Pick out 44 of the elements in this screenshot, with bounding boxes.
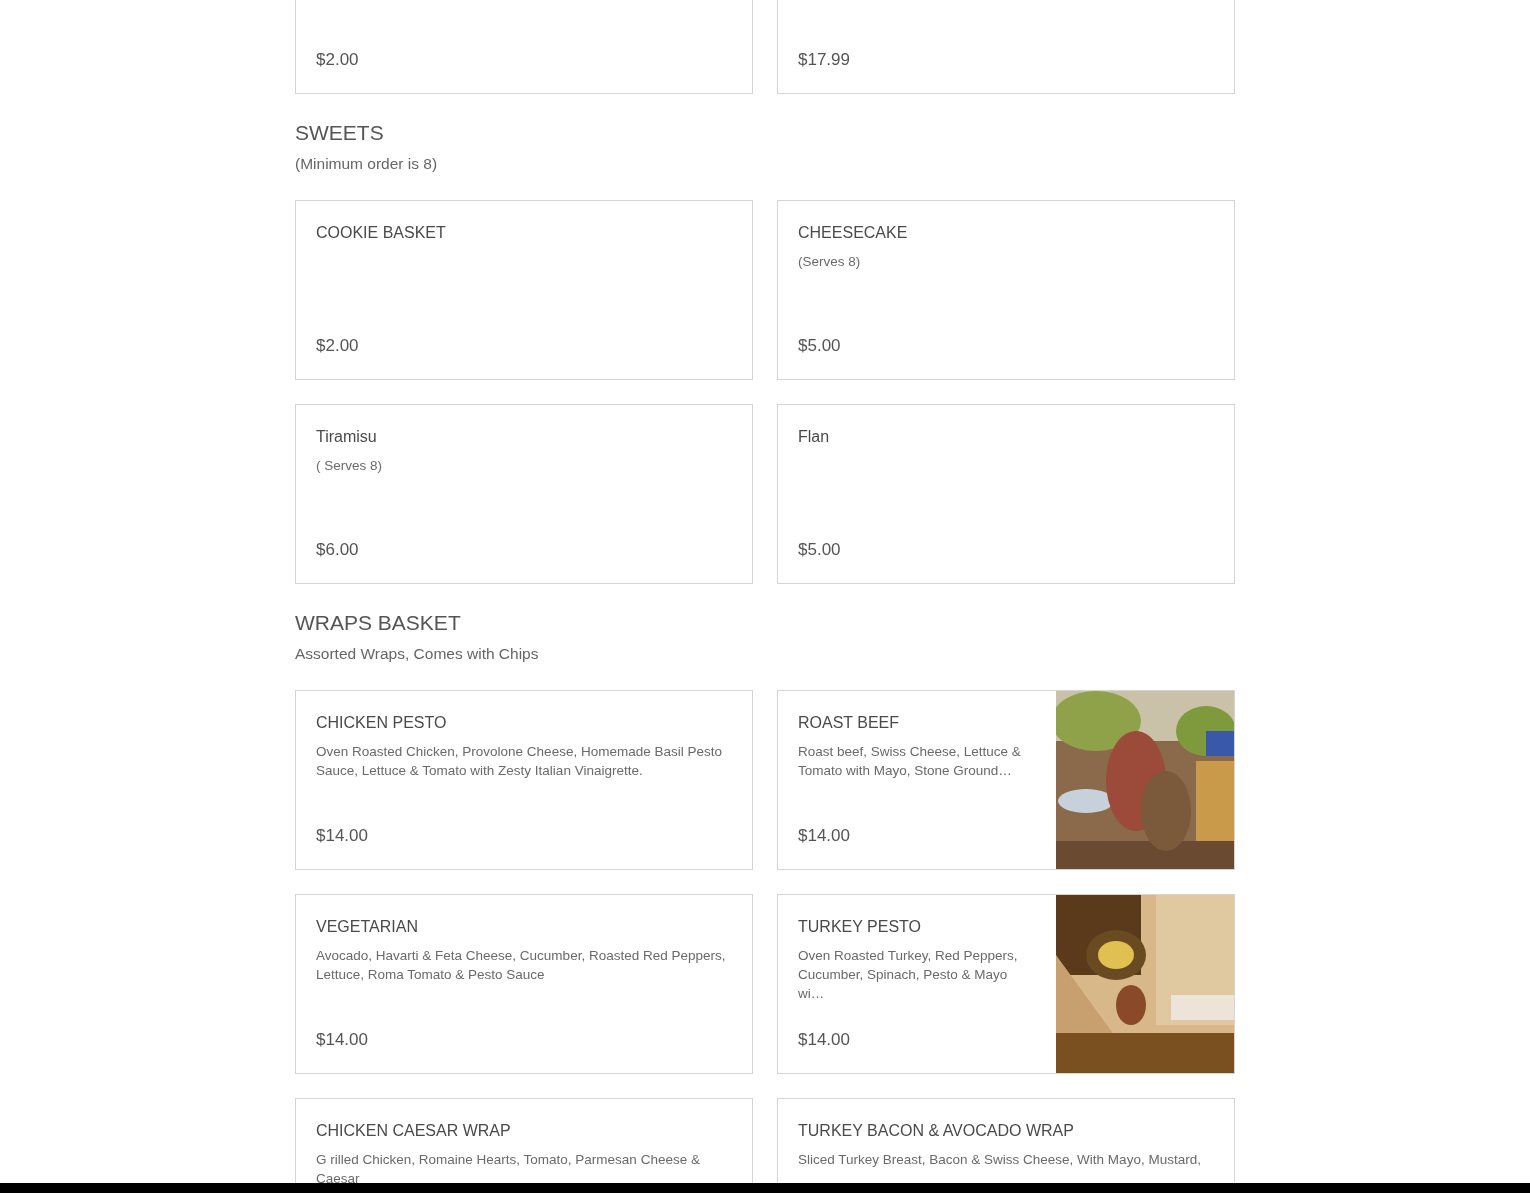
item-price: $14.00 <box>798 1029 851 1051</box>
menu-item-card[interactable]: TURKEY PESTO Oven Roasted Turkey, Red Peppers, Cucumber, Spinach, Pesto & Mayo wi… $14.00 <box>777 894 1235 1074</box>
item-description: Avocado, Havarti & Feta Cheese, Cucumber, Roasted Red Peppers, Lettuce, Roma Tomato & Pesto Sauce <box>316 947 727 984</box>
section-title: WRAPS BASKET <box>295 610 462 636</box>
section-subtitle: Assorted Wraps, Comes with Chips <box>295 644 540 664</box>
menu-item-card[interactable]: VEGETARIAN Avocado, Havarti & Feta Cheese, Cucumber, Roasted Red Peppers, Lettuce, Roma Tomato & Pesto Sauce $14.00 <box>295 894 753 1074</box>
item-description: Sliced Turkey Breast, Bacon & Swiss Cheese, With Mayo, Mustard, <box>798 1151 1202 1169</box>
section-title: SWEETS <box>295 120 385 146</box>
item-price: $5.00 <box>798 335 842 357</box>
item-price: $2.00 <box>316 335 360 357</box>
item-price: $14.00 <box>798 825 851 847</box>
item-name: CHEESECAKE <box>798 223 909 243</box>
item-price: $5.00 <box>798 539 842 561</box>
menu-item-card[interactable]: CHICKEN CAESAR WRAP G rilled Chicken, Romaine Hearts, Tomato, Parmesan Cheese & Caesar <box>295 1098 753 1183</box>
item-name: Flan <box>798 427 831 447</box>
menu-item-card[interactable]: $17.99 <box>777 0 1235 94</box>
menu-item-card[interactable]: TURKEY BACON & AVOCADO WRAP Sliced Turkey Breast, Bacon & Swiss Cheese, With Mayo, Mustard, <box>777 1098 1235 1183</box>
item-price: $17.99 <box>798 49 851 71</box>
item-price: $6.00 <box>316 539 360 561</box>
item-name: VEGETARIAN <box>316 917 419 937</box>
menu-item-card[interactable]: CHEESECAKE (Serves 8) $5.00 <box>777 200 1235 380</box>
section-subtitle: (Minimum order is 8) <box>295 154 439 174</box>
item-description: Oven Roasted Turkey, Red Peppers, Cucumber, Spinach, Pesto & Mayo wi… <box>798 947 1019 1003</box>
item-name: TURKEY PESTO <box>798 917 922 937</box>
item-name: ROAST BEEF <box>798 713 901 733</box>
menu-item-card[interactable]: ROAST BEEF Roast beef, Swiss Cheese, Lettuce & Tomato with Mayo, Stone Ground… $14.00 <box>777 690 1235 870</box>
item-price: $14.00 <box>316 825 369 847</box>
item-name: CHICKEN PESTO <box>316 713 448 733</box>
item-description: Roast beef, Swiss Cheese, Lettuce & Tomato with Mayo, Stone Ground… <box>798 743 1022 780</box>
item-price: $2.00 <box>316 49 360 71</box>
item-name: COOKIE BASKET <box>316 223 447 243</box>
item-price: $14.00 <box>316 1029 369 1051</box>
item-name: CHICKEN CAESAR WRAP <box>316 1121 512 1141</box>
menu-item-card[interactable]: CHICKEN PESTO Oven Roasted Chicken, Provolone Cheese, Homemade Basil Pesto Sauce, Lettuce & Tomato with Zesty Italian Vinaigrette. $14.00 <box>295 690 753 870</box>
item-description: ( Serves 8) <box>316 457 384 475</box>
menu-item-card[interactable]: Tiramisu ( Serves 8) $6.00 <box>295 404 753 584</box>
item-description: (Serves 8) <box>798 253 862 271</box>
item-description: Oven Roasted Chicken, Provolone Cheese, Homemade Basil Pesto Sauce, Lettuce & Tomato with Zesty Italian Vinaigrette. <box>316 743 723 780</box>
item-name: Tiramisu <box>316 427 378 447</box>
menu-item-card[interactable]: Flan $5.00 <box>777 404 1235 584</box>
item-description: G rilled Chicken, Romaine Hearts, Tomato, Parmesan Cheese & Caesar <box>316 1151 701 1183</box>
menu-item-card[interactable]: $2.00 <box>295 0 753 94</box>
item-name: TURKEY BACON & AVOCADO WRAP <box>798 1121 1075 1141</box>
menu-item-card[interactable]: COOKIE BASKET $2.00 <box>295 200 753 380</box>
